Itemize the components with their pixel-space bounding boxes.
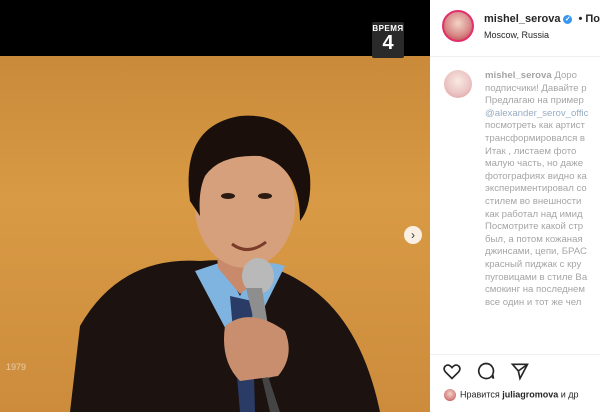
tv-channel-number: 4 [382, 32, 394, 54]
post-actions [430, 354, 600, 385]
liked-by: Нравится juliagromova и др [444, 389, 579, 401]
caption-line: Посмотрите какой стр [485, 221, 584, 233]
follow-button[interactable]: • Под [578, 13, 600, 25]
verified-icon: ✓ [563, 15, 573, 24]
post-author: mishel_serova✓ • Под [484, 13, 600, 25]
caption-line: красный пиджак с кру [485, 258, 582, 270]
caption-line: джинсами, цепи, БРАС [485, 246, 587, 258]
caption-line: был, а потом кожаная [485, 233, 583, 245]
caption-line: экспериментировал со [485, 183, 587, 195]
mention-link[interactable]: @alexander_serov_offic [485, 108, 600, 121]
caption-line: как работал над имид [485, 208, 583, 220]
singer-image [70, 115, 380, 412]
share-icon[interactable] [510, 361, 530, 381]
comment-icon[interactable] [476, 361, 496, 381]
caption-line: трансформировался в [485, 132, 586, 144]
post-photo: 1979 [0, 56, 430, 412]
caption-avatar[interactable] [444, 70, 472, 98]
post-media: 1979 ВРЕМЯ 4 › [0, 0, 430, 412]
liked-by-prefix: Нравится [460, 389, 500, 400]
caption-line: пуговицами в стиле Ва [485, 271, 588, 283]
caption-line: Итак , листаем фото [485, 145, 577, 157]
caption-line: фотографиях видно ка [485, 170, 587, 182]
caption-username[interactable]: mishel_serova [485, 70, 552, 81]
caption-line: Предлагаю на пример [485, 95, 584, 107]
post-header: mishel_serova✓ • Под Moscow, Russia [430, 0, 600, 57]
caption-line: Доро [554, 70, 577, 81]
caption-line: все один и тот же чел [485, 296, 582, 308]
username-link[interactable]: mishel_serova [484, 13, 560, 25]
avatar[interactable] [442, 10, 474, 42]
caption-line: стилем во внешности [485, 195, 582, 207]
liked-by-suffix[interactable]: и др [561, 389, 579, 399]
liker-avatar[interactable] [444, 389, 456, 401]
liker-username[interactable]: juliagromova [502, 389, 558, 399]
caption-text: mishel_serova Доро подписчики! Давайте р… [485, 70, 600, 309]
next-photo-button[interactable]: › [404, 226, 422, 244]
caption-line: посмотреть как артист [485, 120, 585, 132]
post-caption: mishel_serova Доро подписчики! Давайте р… [444, 70, 600, 308]
post-side-panel: mishel_serova✓• Под Moscow, Russia mishe… [430, 0, 600, 412]
tv-channel-logo: ВРЕМЯ 4 [372, 22, 404, 58]
heart-icon[interactable] [442, 361, 462, 381]
caption-line: подписчики! Давайте р [485, 82, 587, 94]
caption-line: смокинг на последнем [485, 284, 585, 296]
tv-watermark: 1979 [6, 362, 27, 372]
location-link[interactable]: Moscow, Russia [484, 30, 549, 40]
caption-line: малую часть, но даже [485, 158, 584, 170]
